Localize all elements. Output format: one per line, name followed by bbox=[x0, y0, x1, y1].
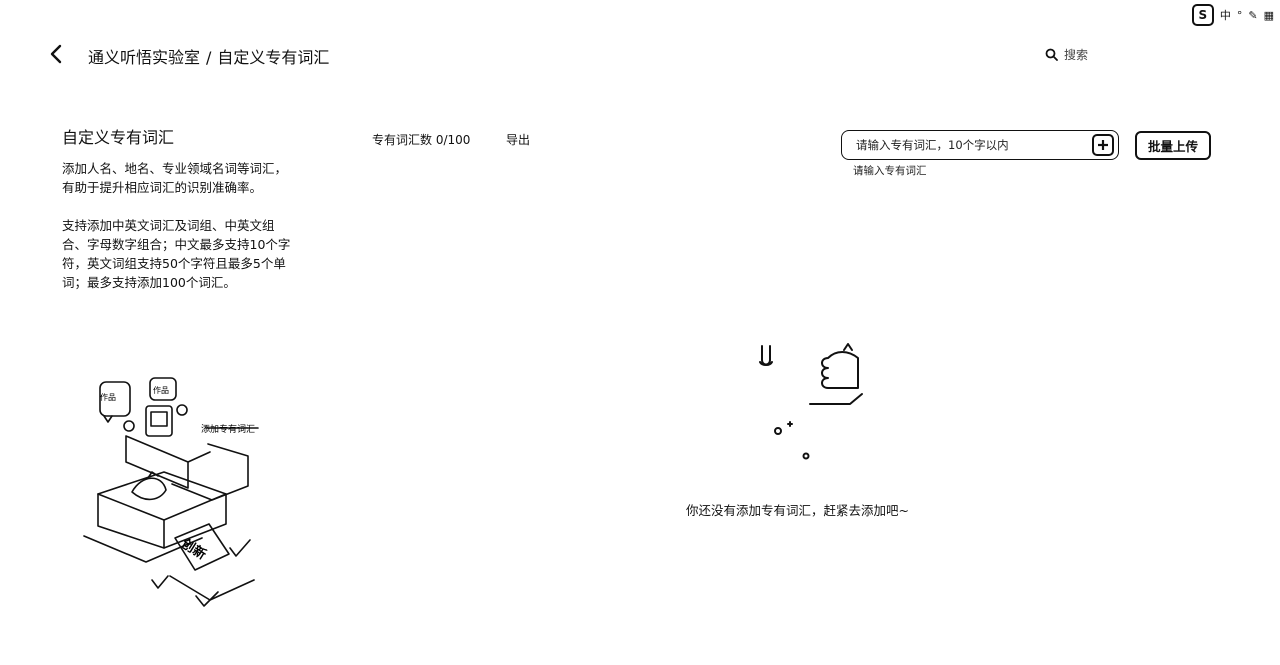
ime-voice-icon[interactable]: ✎ bbox=[1248, 9, 1257, 22]
description-rules: 支持添加中英文词汇及词组、中英文组合、字母数字组合；中文最多支持10个字符，英文… bbox=[62, 218, 291, 290]
plus-icon bbox=[1098, 140, 1108, 150]
illustration-box-label: 添加专有词汇 bbox=[201, 423, 255, 435]
breadcrumb: 通义听悟实验室 / 自定义专有词汇 bbox=[88, 44, 329, 68]
search-label: 搜索 bbox=[1064, 48, 1089, 62]
vocabulary-illustration: 作品 作品 添加专有词汇 创新 bbox=[83, 377, 259, 607]
ime-mode-label[interactable]: 中 bbox=[1220, 7, 1231, 23]
description-intro: 添加人名、地名、专业领域名词等词汇，有助于提升相应词汇的识别准确率。 bbox=[62, 161, 288, 195]
vocabulary-count: 专有词汇数 0/100 bbox=[372, 133, 471, 147]
input-hint: 请输入专有词汇 bbox=[853, 165, 927, 177]
breadcrumb-app-link[interactable]: 通义听悟实验室 bbox=[88, 48, 200, 67]
ime-toolbar[interactable]: S 中 ° ✎ ▦ bbox=[1191, 4, 1274, 26]
illustration-bubble-label: 作品 bbox=[153, 385, 169, 395]
vocabulary-input-container bbox=[841, 130, 1119, 160]
search-icon bbox=[1045, 48, 1058, 61]
ime-logo-icon[interactable]: S bbox=[1191, 4, 1214, 26]
vocabulary-input[interactable] bbox=[854, 137, 1083, 153]
search-button[interactable]: 搜索 bbox=[1045, 46, 1088, 63]
ime-punctuation-icon[interactable]: ° bbox=[1237, 9, 1243, 22]
add-vocabulary-button[interactable] bbox=[1092, 134, 1114, 156]
illustration-card-label: 作品 bbox=[100, 392, 116, 402]
empty-state-message: 你还没有添加专有词汇，赶紧去添加吧~ bbox=[686, 503, 909, 518]
back-arrow-icon[interactable] bbox=[46, 42, 68, 66]
ime-toolbox-icon[interactable]: ▦ bbox=[1264, 9, 1274, 22]
illustration-tag-label: 创新 bbox=[178, 535, 209, 563]
breadcrumb-separator: / bbox=[206, 48, 212, 67]
export-link[interactable]: 导出 bbox=[506, 131, 530, 148]
page-title: 自定义专有词汇 bbox=[62, 128, 175, 147]
batch-upload-button[interactable]: 批量上传 bbox=[1135, 131, 1211, 160]
empty-state-icon bbox=[759, 343, 863, 460]
breadcrumb-current-page: 自定义专有词汇 bbox=[217, 48, 330, 67]
